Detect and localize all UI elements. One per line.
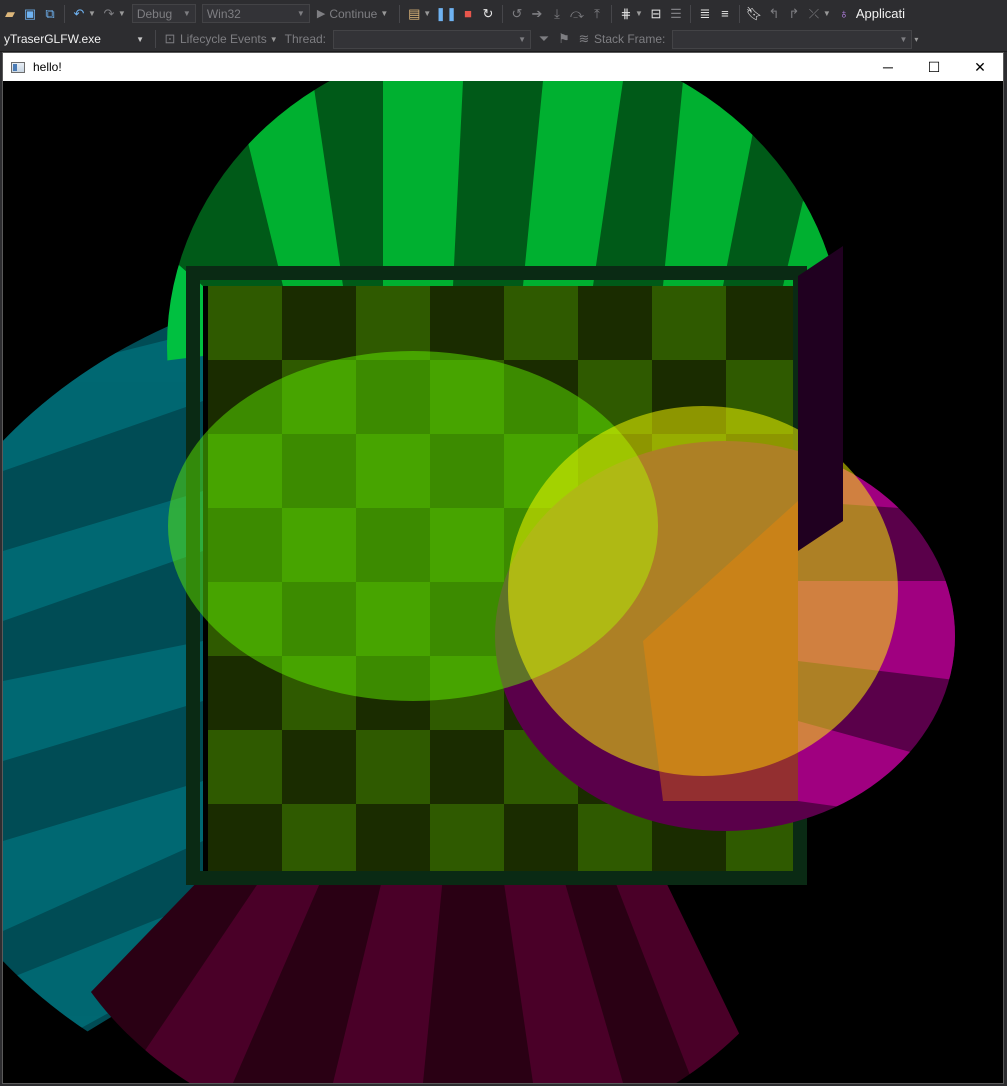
continue-button[interactable]: ▶ Continue ▼ (313, 7, 395, 21)
attach-process-icon[interactable]: ▤ (405, 4, 423, 24)
stack-frame-icon: ≋ (578, 31, 590, 46)
checker-tile (430, 286, 504, 360)
toolbar-separator (155, 30, 156, 48)
stack-frame-select[interactable]: ▼ (672, 29, 913, 49)
window-title: hello! (33, 60, 62, 74)
checker-tile (208, 804, 282, 878)
undo-icon[interactable]: ↶ (70, 4, 88, 24)
checker-tile (282, 730, 356, 804)
toolbar-separator (399, 4, 401, 23)
checker-tile (208, 730, 282, 804)
checker-tile (282, 804, 356, 878)
show-next-statement-icon[interactable]: ➔ (528, 4, 546, 24)
app-insights-label[interactable]: Applicati (856, 6, 905, 21)
window-controls: ─ ☐ ✕ (865, 53, 1003, 81)
checker-tile (504, 286, 578, 360)
checker-tile (504, 804, 578, 878)
checker-tile (208, 286, 282, 360)
minimize-button[interactable]: ─ (865, 53, 911, 81)
step-over-icon[interactable]: ⤼ (568, 4, 586, 24)
standard-toolbar: ▰ ▣ ⧉ ↶ ▼ ↷ ▼ Debug ▼ Win32 ▼ ▶ Continue… (0, 0, 1007, 27)
stack-icon[interactable]: ☰ (667, 4, 685, 24)
hot-reload-icon[interactable]: ↺ (508, 4, 526, 24)
lifecycle-events-button[interactable]: Lifecycle Events (180, 32, 267, 46)
redo-icon[interactable]: ↷ (100, 4, 118, 24)
process-select[interactable]: yTraserGLFW.exe ▼ (0, 29, 148, 49)
checker-tile (430, 730, 504, 804)
restart-icon[interactable]: ↻ (479, 4, 497, 24)
checker-tile (726, 286, 800, 360)
prev-bookmark-icon[interactable]: ↰ (765, 4, 783, 24)
bookmark-icon[interactable]: 🔖︎ (745, 4, 763, 24)
thread-label: Thread: (284, 32, 326, 46)
debug-location-toolbar: yTraserGLFW.exe ▼ ⊡ Lifecycle Events ▼ T… (0, 27, 1007, 52)
solution-platform-select[interactable]: Win32 ▼ (201, 4, 310, 23)
chevron-down-icon: ▼ (380, 9, 389, 18)
checker-tile (356, 730, 430, 804)
chevron-down-icon: ▼ (899, 34, 908, 44)
checker-tile (356, 286, 430, 360)
dark-pillar (798, 246, 843, 551)
redo-dropdown-icon[interactable]: ▼ (118, 9, 126, 18)
clear-bookmarks-icon[interactable]: ⤫ (805, 4, 823, 24)
diagnostic-dropdown-icon[interactable]: ▼ (635, 9, 643, 18)
toolbar-overflow-icon[interactable]: ▾ (914, 35, 918, 44)
raytraced-scene (3, 81, 1003, 1083)
solution-platform-value: Win32 (206, 6, 241, 21)
chevron-down-icon: ▼ (518, 34, 526, 44)
indent-icon[interactable]: ≣ (696, 4, 714, 24)
threads-icon[interactable]: ⊟ (647, 4, 665, 24)
close-button[interactable]: ✕ (957, 53, 1003, 81)
continue-label: Continue (329, 6, 378, 21)
next-bookmark-icon[interactable]: ↱ (785, 4, 803, 24)
save-all-icon[interactable]: ⧉ (41, 4, 59, 24)
play-icon: ▶ (316, 8, 326, 20)
checker-tile (282, 286, 356, 360)
save-icon[interactable]: ▣ (21, 4, 39, 24)
toolbar-separator (738, 4, 740, 23)
attach-dropdown-icon[interactable]: ▼ (423, 9, 431, 18)
toolbar-separator (689, 4, 691, 23)
chevron-down-icon: ▼ (136, 34, 144, 44)
step-out-icon[interactable]: ⤒ (588, 4, 606, 24)
comment-icon[interactable]: ≡ (716, 4, 734, 24)
step-into-icon[interactable]: ⤓ (548, 4, 566, 24)
lifecycle-events-icon: ⊡ (164, 31, 176, 46)
render-canvas[interactable] (3, 81, 1003, 1083)
toolbar-separator (611, 4, 612, 23)
diagnostic-icon[interactable]: ⋕ (617, 4, 635, 24)
undo-dropdown-icon[interactable]: ▼ (88, 9, 96, 18)
break-all-icon[interactable]: ❚❚ (435, 4, 457, 24)
checker-tile (578, 286, 652, 360)
open-folder-icon[interactable]: ▰ (1, 4, 19, 24)
toolbar-separator (502, 4, 503, 23)
chevron-down-icon: ▼ (296, 9, 305, 18)
app-insights-icon[interactable]: ♁ (835, 4, 853, 24)
solution-config-select[interactable]: Debug ▼ (131, 4, 196, 23)
window-titlebar[interactable]: hello! ─ ☐ ✕ (3, 53, 1003, 81)
thread-select[interactable]: ▼ (333, 29, 531, 49)
solution-config-value: Debug (136, 6, 173, 21)
maximize-button[interactable]: ☐ (911, 53, 957, 81)
window-app-icon (11, 61, 25, 73)
checker-tile (356, 804, 430, 878)
filter-icon[interactable]: ⏷ (535, 29, 553, 49)
chevron-down-icon: ▼ (182, 9, 191, 18)
checker-tile (430, 804, 504, 878)
bookmarks-dropdown-icon[interactable]: ▼ (823, 9, 831, 18)
stop-debugging-icon[interactable]: ■ (459, 4, 477, 24)
flag-threads-icon[interactable]: ⚑ (555, 29, 573, 49)
stack-frame-label: Stack Frame: (594, 32, 666, 46)
lifecycle-dropdown-icon[interactable]: ▼ (270, 35, 278, 44)
checker-tile (652, 286, 726, 360)
process-value: yTraserGLFW.exe (4, 32, 101, 46)
hello-window: hello! ─ ☐ ✕ (2, 52, 1004, 1084)
toolbar-separator (64, 4, 65, 23)
